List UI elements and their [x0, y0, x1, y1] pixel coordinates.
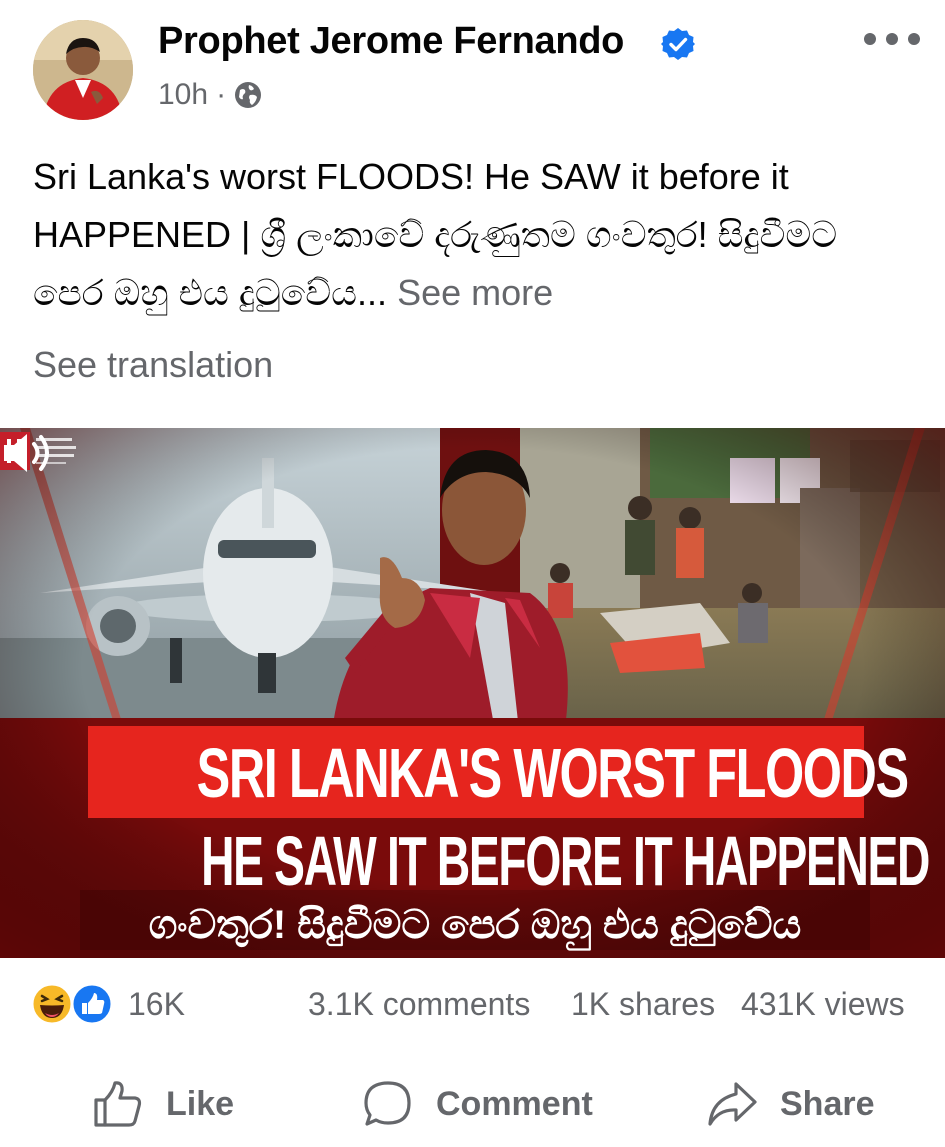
- author-avatar[interactable]: [33, 20, 133, 120]
- shares-count[interactable]: 1K shares: [571, 986, 715, 1023]
- comment-label: Comment: [436, 1084, 593, 1123]
- comment-button[interactable]: Comment: [362, 1076, 593, 1132]
- see-translation-link[interactable]: See translation: [33, 344, 273, 386]
- share-label: Share: [780, 1084, 875, 1123]
- meta-separator: ·: [216, 78, 227, 111]
- comment-icon: [364, 1081, 411, 1126]
- video-headline-line1: SRI LANKA'S WORST FLOODS: [196, 734, 909, 812]
- video-headline-line2: HE SAW IT BEFORE IT HAPPENED: [201, 822, 930, 900]
- verified-badge-icon: [661, 28, 695, 60]
- post-actions: Like Comment Share: [0, 1062, 945, 1142]
- post-time[interactable]: 10h: [158, 78, 208, 112]
- post-header: Prophet Jerome Fernando 10h ·: [0, 0, 945, 130]
- post-text: Sri Lanka's worst FLOODS! He SAW it befo…: [33, 148, 913, 322]
- post-stats: 16K 3.1K comments 1K shares 431K views: [0, 970, 945, 1040]
- haha-reaction-icon: [30, 982, 74, 1026]
- reactions-summary[interactable]: [30, 982, 120, 1026]
- post-video[interactable]: SRI LANKA'S WORST FLOODS HE SAW IT BEFOR…: [0, 428, 945, 958]
- video-headline-line3: ගංවතුර! සිදුවීමට පෙර ඔහු එය දුටුවේය: [148, 903, 802, 947]
- more-options-icon: [864, 33, 876, 45]
- share-button[interactable]: Share: [706, 1076, 875, 1132]
- like-icon: [94, 1081, 142, 1127]
- reaction-count[interactable]: 16K: [128, 986, 185, 1023]
- comments-count[interactable]: 3.1K comments: [308, 986, 530, 1023]
- globe-icon: [235, 82, 262, 108]
- post-meta: 10h ·: [158, 78, 262, 112]
- like-label: Like: [166, 1084, 235, 1123]
- see-more-link[interactable]: See more: [397, 272, 553, 313]
- volume-icon[interactable]: [0, 428, 58, 478]
- views-count: 431K views: [741, 986, 905, 1022]
- like-reaction-icon: [70, 982, 114, 1026]
- share-icon: [708, 1082, 757, 1126]
- more-options-button[interactable]: [864, 22, 920, 56]
- author-name[interactable]: Prophet Jerome Fernando: [158, 20, 624, 63]
- like-button[interactable]: Like: [92, 1076, 234, 1132]
